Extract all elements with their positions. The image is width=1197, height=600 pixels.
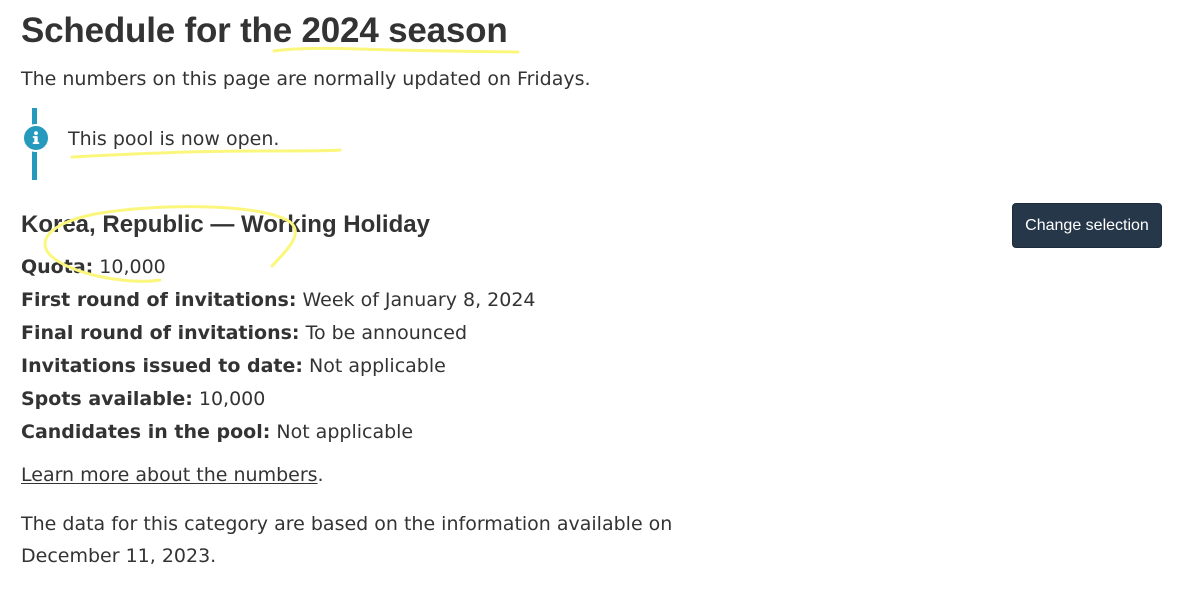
stat-label: First round of invitations:	[21, 289, 297, 311]
stat-value: Not applicable	[309, 355, 446, 377]
stat-value: Not applicable	[276, 421, 414, 443]
stat-label: Spots available:	[21, 388, 193, 410]
stat-value: 10,000	[99, 256, 166, 278]
stat-candidates: Candidates in the pool: Not applicable	[21, 418, 536, 451]
stat-value: To be announced	[305, 322, 468, 344]
page-subtitle: The numbers on this page are normally up…	[21, 68, 591, 90]
stat-quota: Quota: 10,000	[21, 253, 536, 286]
stat-first-round: First round of invitations: Week of Janu…	[21, 286, 536, 319]
stat-value: Week of January 8, 2024	[302, 289, 536, 311]
stat-invitations-issued: Invitations issued to date: Not applicab…	[21, 352, 536, 385]
info-notice: This pool is now open.	[21, 106, 421, 180]
page-title: Schedule for the 2024 season	[21, 11, 508, 50]
change-selection-button[interactable]: Change selection	[1012, 203, 1162, 248]
stat-value: 10,000	[198, 388, 266, 410]
stat-label: Invitations issued to date:	[21, 355, 303, 377]
info-icon	[22, 124, 50, 152]
stat-final-round: Final round of invitations: To be announ…	[21, 319, 536, 352]
stat-label: Final round of invitations:	[21, 322, 300, 344]
info-glyph	[32, 131, 40, 144]
stats-list: Quota: 10,000 First round of invitations…	[21, 253, 536, 451]
stat-label: Quota:	[21, 256, 94, 278]
notice-text: This pool is now open.	[68, 128, 280, 150]
stat-label: Candidates in the pool:	[21, 421, 271, 443]
category-title: Korea, Republic — Working Holiday	[21, 211, 430, 238]
stat-spots-available: Spots available: 10,000	[21, 385, 536, 418]
learn-more-suffix: .	[317, 464, 324, 486]
learn-more-line: Learn more about the numbers.	[21, 462, 324, 488]
learn-more-link[interactable]: Learn more about the numbers	[21, 464, 318, 486]
data-note: The data for this category are based on …	[21, 513, 673, 567]
